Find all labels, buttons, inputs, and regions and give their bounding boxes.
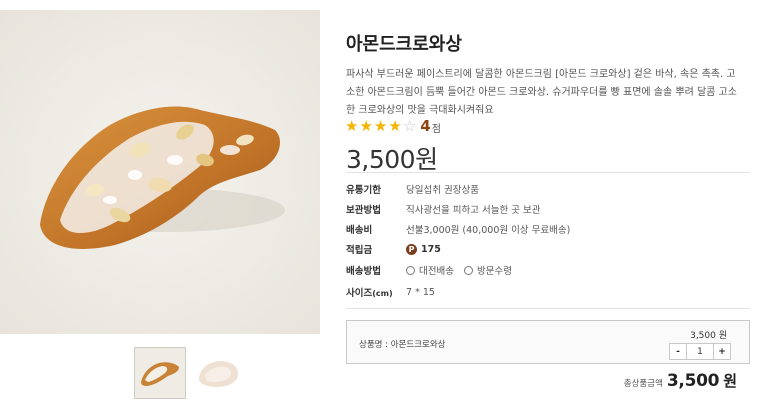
info-value: 대전배송 방문수령	[406, 263, 522, 277]
info-label: 유통기한	[346, 185, 381, 196]
quantity-input[interactable]: 1	[686, 344, 714, 359]
total-price: 총상품금액 3,500 원	[624, 370, 737, 391]
size-label: 사이즈	[346, 288, 373, 299]
delivery-option-pickup[interactable]: 방문수령	[463, 263, 512, 277]
shipping-fee-main: 선불3,000원	[406, 225, 460, 236]
points-badge-icon: P	[406, 243, 417, 255]
description-line: 소한 아몬드크림이 듬뿍 들어간 아몬드 크로와상. 슈거파우더를 빵 표면에 …	[346, 87, 737, 98]
info-label: 보관방법	[346, 205, 381, 216]
quantity-stepper: - 1 +	[669, 343, 731, 360]
info-value: 7 * 15	[406, 286, 435, 298]
radio-label: 방문수령	[476, 266, 512, 277]
product-rating: ★ ★ ★ ★ ☆ 4 점	[345, 117, 441, 135]
info-row-storage: 보관방법 직사광선을 피하고 서늘한 곳 보관	[346, 200, 540, 218]
radio-icon[interactable]	[406, 265, 415, 275]
option-price: 3,500 원	[690, 331, 727, 341]
star-icon: ★	[373, 117, 388, 135]
info-row-size: 사이즈(cm) 7 * 15	[346, 283, 435, 301]
delivery-option-daejeon[interactable]: 대전배송	[406, 263, 454, 277]
info-label: 배송방법	[346, 266, 381, 277]
total-label: 총상품금액	[623, 379, 663, 389]
info-value: 선불3,000원 (40,000원 이상 무료배송)	[406, 222, 570, 236]
selected-option-box: 상품명 : 아몬드크로와상 3,500 원 - 1 +	[346, 320, 750, 364]
shipping-fee-note: (40,000원 이상 무료배송)	[462, 225, 571, 236]
thumbnail-2[interactable]	[193, 347, 245, 399]
radio-icon[interactable]	[463, 265, 473, 275]
product-main-image	[0, 10, 320, 334]
info-value: P 175	[406, 243, 441, 255]
description-line: 파사삭 부드러운 페이스트리에 달콤한 아몬드크림 [아몬드 크로와상] 겉은 …	[346, 69, 736, 80]
points-value: 175	[421, 243, 441, 255]
product-description: 파사삭 부드러운 페이스트리에 달콤한 아몬드크림 [아몬드 크로와상] 겉은 …	[346, 66, 754, 120]
size-label-unit: (cm)	[372, 289, 393, 298]
star-icon: ★	[345, 117, 359, 135]
radio-label: 대전배송	[419, 266, 454, 277]
total-unit: 원	[723, 372, 737, 390]
info-value: 당일섭취 권장상품	[406, 185, 479, 196]
quantity-minus-button[interactable]: -	[670, 344, 686, 359]
info-label: 배송비	[346, 225, 373, 236]
divider	[346, 172, 750, 173]
info-row-shipping-fee: 배송비 선불3,000원 (40,000원 이상 무료배송)	[346, 220, 570, 238]
info-value: 직사광선을 피하고 서늘한 곳 보관	[406, 205, 541, 216]
divider	[346, 308, 750, 309]
star-icon: ☆	[402, 117, 417, 135]
info-row-points: 적립금 P 175	[346, 240, 441, 258]
quantity-plus-button[interactable]: +	[714, 344, 730, 359]
option-name: 상품명 : 아몬드크로와상	[359, 340, 446, 350]
thumbnail-1[interactable]	[134, 347, 186, 399]
info-row-delivery: 배송방법 대전배송 방문수령	[346, 261, 522, 279]
rating-value: 4	[420, 117, 431, 135]
total-amount: 3,500	[666, 371, 720, 391]
info-label: 적립금	[346, 245, 373, 256]
info-label: 사이즈(cm)	[346, 285, 406, 299]
info-row-expiry: 유통기한 당일섭취 권장상품	[346, 180, 479, 198]
product-title: 아몬드크로와상	[346, 34, 462, 55]
croissant-image	[0, 10, 320, 334]
star-icon: ★	[359, 117, 373, 135]
rating-unit: 점	[431, 124, 441, 135]
star-icon: ★	[388, 117, 402, 135]
product-price: 3,500원	[346, 145, 438, 174]
